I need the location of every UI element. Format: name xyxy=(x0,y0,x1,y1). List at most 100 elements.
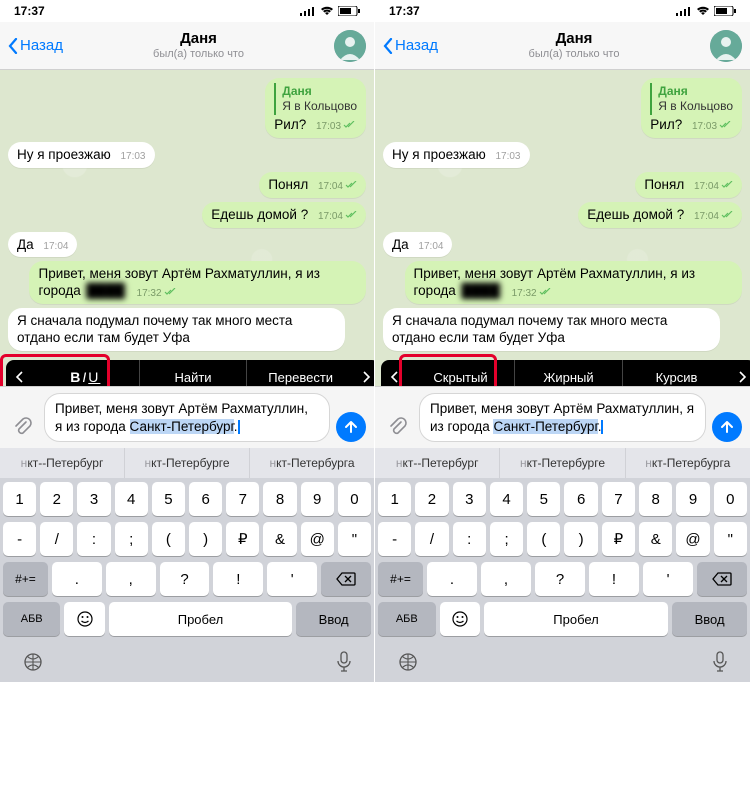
key-amp[interactable]: & xyxy=(263,522,296,556)
key-apostrophe[interactable]: ' xyxy=(267,562,317,596)
key-space[interactable]: Пробел xyxy=(484,602,668,636)
key-question[interactable]: ? xyxy=(535,562,585,596)
key-7[interactable]: 7 xyxy=(602,482,635,516)
key-0[interactable]: 0 xyxy=(338,482,371,516)
key-quote[interactable]: " xyxy=(338,522,371,556)
message-in[interactable]: Да 17:04 xyxy=(8,232,77,258)
message-in[interactable]: Да 17:04 xyxy=(383,232,452,258)
key-rparen[interactable]: ) xyxy=(189,522,222,556)
context-item-find[interactable]: Найти xyxy=(139,360,247,386)
chat-area[interactable]: Даня Я в Кольцово Рил? 17:03 Ну я проезж… xyxy=(375,70,750,386)
key-slash[interactable]: / xyxy=(415,522,448,556)
suggestion[interactable]: нкт-Петербурге xyxy=(500,448,625,478)
key-4[interactable]: 4 xyxy=(115,482,148,516)
key-5[interactable]: 5 xyxy=(152,482,185,516)
key-comma[interactable]: , xyxy=(481,562,531,596)
message-out[interactable]: Понял 17:04 xyxy=(259,172,366,198)
chat-title-wrap[interactable]: Даня был(а) только что xyxy=(529,31,620,60)
message-in[interactable]: Ну я проезжаю 17:03 xyxy=(8,142,155,168)
key-quote[interactable]: " xyxy=(714,522,747,556)
message-out[interactable]: Привет, меня зовут Артём Рахматуллин, я … xyxy=(405,261,742,304)
key-comma[interactable]: , xyxy=(106,562,156,596)
send-button[interactable] xyxy=(712,412,742,442)
key-symbols[interactable]: #+= xyxy=(378,562,423,596)
message-out[interactable]: Едешь домой ? 17:04 xyxy=(202,202,366,228)
key-3[interactable]: 3 xyxy=(77,482,110,516)
attach-button[interactable] xyxy=(383,412,413,442)
key-7[interactable]: 7 xyxy=(226,482,259,516)
message-in[interactable]: Я сначала подумал почему так много места… xyxy=(8,308,345,351)
context-menu-prev[interactable] xyxy=(381,371,407,383)
key-at[interactable]: @ xyxy=(676,522,709,556)
key-4[interactable]: 4 xyxy=(490,482,523,516)
globe-button[interactable] xyxy=(22,651,44,673)
suggestion[interactable]: нкт-Петербурге xyxy=(125,448,250,478)
attach-button[interactable] xyxy=(8,412,38,442)
key-8[interactable]: 8 xyxy=(263,482,296,516)
key-semicolon[interactable]: ; xyxy=(115,522,148,556)
key-question[interactable]: ? xyxy=(160,562,210,596)
back-button[interactable]: Назад xyxy=(8,37,63,54)
message-in[interactable]: Ну я проезжаю 17:03 xyxy=(383,142,530,168)
avatar[interactable] xyxy=(710,30,742,62)
context-item-bold[interactable]: Жирный xyxy=(514,360,622,386)
message-out[interactable]: Понял 17:04 xyxy=(635,172,742,198)
context-item-italic[interactable]: Курсив xyxy=(622,360,730,386)
key-symbols[interactable]: #+= xyxy=(3,562,48,596)
suggestion[interactable]: ннкт--Петербургкт--Петербург xyxy=(0,448,125,478)
context-menu[interactable]: Скрытый Жирный Курсив xyxy=(381,360,750,386)
key-backspace[interactable] xyxy=(321,562,371,596)
key-abv[interactable]: АБВ xyxy=(3,602,60,636)
key-ruble[interactable]: ₽ xyxy=(602,522,635,556)
context-menu-next[interactable] xyxy=(354,371,374,383)
message-out[interactable]: Едешь домой ? 17:04 xyxy=(578,202,742,228)
key-6[interactable]: 6 xyxy=(564,482,597,516)
message-input[interactable]: Привет, меня зовут Артём Рахматуллин, я … xyxy=(44,393,330,442)
key-lparen[interactable]: ( xyxy=(152,522,185,556)
key-2[interactable]: 2 xyxy=(40,482,73,516)
key-lparen[interactable]: ( xyxy=(527,522,560,556)
key-abv[interactable]: АБВ xyxy=(378,602,436,636)
key-emoji[interactable] xyxy=(440,602,480,636)
message-in[interactable]: Я сначала подумал почему так много места… xyxy=(383,308,720,351)
key-dash[interactable]: - xyxy=(3,522,36,556)
suggestion[interactable]: нкт-Петербурга xyxy=(250,448,374,478)
key-rparen[interactable]: ) xyxy=(564,522,597,556)
key-backspace[interactable] xyxy=(697,562,747,596)
key-5[interactable]: 5 xyxy=(527,482,560,516)
key-ruble[interactable]: ₽ xyxy=(226,522,259,556)
key-2[interactable]: 2 xyxy=(415,482,448,516)
key-period[interactable]: . xyxy=(427,562,477,596)
key-exclaim[interactable]: ! xyxy=(589,562,639,596)
key-colon[interactable]: : xyxy=(77,522,110,556)
key-space[interactable]: Пробел xyxy=(109,602,293,636)
message-out-reply[interactable]: Даня Я в Кольцово Рил? 17:03 xyxy=(641,78,742,138)
chat-area[interactable]: Даня Я в Кольцово Рил? 17:03 Ну я проезж… xyxy=(0,70,374,386)
send-button[interactable] xyxy=(336,412,366,442)
key-6[interactable]: 6 xyxy=(189,482,222,516)
key-colon[interactable]: : xyxy=(453,522,486,556)
key-enter[interactable]: Ввод xyxy=(672,602,747,636)
dictation-button[interactable] xyxy=(336,651,352,673)
back-button[interactable]: Назад xyxy=(383,37,438,54)
context-item-format[interactable]: BIU xyxy=(32,360,139,386)
key-1[interactable]: 1 xyxy=(3,482,36,516)
key-period[interactable]: . xyxy=(52,562,102,596)
message-out[interactable]: Привет, меня зовут Артём Рахматуллин, я … xyxy=(29,261,366,304)
key-9[interactable]: 9 xyxy=(301,482,334,516)
context-menu[interactable]: BIU Найти Перевести xyxy=(6,360,374,386)
message-out-reply[interactable]: Даня Я в Кольцово Рил? 17:03 xyxy=(265,78,366,138)
key-3[interactable]: 3 xyxy=(453,482,486,516)
message-input[interactable]: Привет, меня зовут Артём Рахматуллин, я … xyxy=(419,393,706,442)
suggestion[interactable]: нкт--Петербург xyxy=(375,448,500,478)
avatar[interactable] xyxy=(334,30,366,62)
key-amp[interactable]: & xyxy=(639,522,672,556)
context-menu-next[interactable] xyxy=(730,371,750,383)
key-apostrophe[interactable]: ' xyxy=(643,562,693,596)
key-semicolon[interactable]: ; xyxy=(490,522,523,556)
context-menu-prev[interactable] xyxy=(6,371,32,383)
key-emoji[interactable] xyxy=(64,602,104,636)
context-item-spoiler[interactable]: Скрытый xyxy=(407,360,514,386)
key-9[interactable]: 9 xyxy=(676,482,709,516)
key-enter[interactable]: Ввод xyxy=(296,602,371,636)
